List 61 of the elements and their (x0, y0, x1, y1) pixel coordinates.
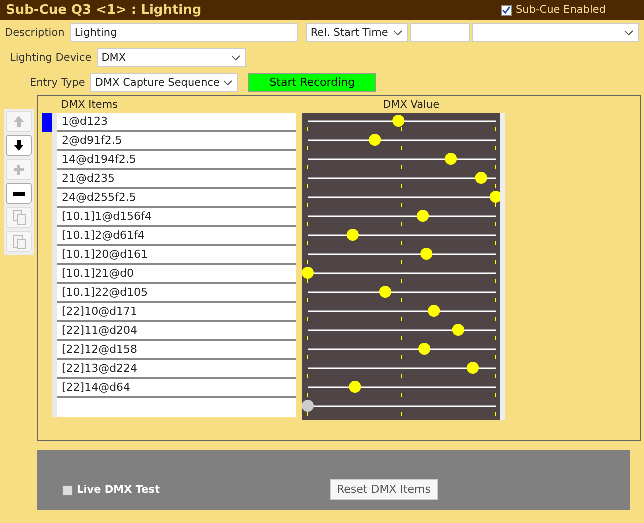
entry-type-dropdown[interactable]: DMX Capture Sequence (90, 73, 238, 92)
value-slider[interactable] (308, 172, 496, 184)
live-dmx-test-checkbox[interactable]: Live DMX Test (62, 484, 160, 496)
column-header: DMX Items (61, 98, 118, 110)
lighting-device-dropdown[interactable]: DMX (96, 48, 246, 67)
value-slider[interactable] (308, 229, 496, 241)
arrow-down-icon (14, 140, 24, 151)
value-slider[interactable] (308, 134, 496, 146)
value-slider[interactable] (308, 381, 496, 393)
time-field[interactable] (410, 23, 470, 42)
chevron-down-icon (392, 30, 403, 36)
slider-thumb[interactable] (445, 153, 458, 165)
slider-thumb[interactable] (392, 115, 405, 127)
value-slider[interactable] (308, 343, 496, 355)
toolbar-button[interactable] (6, 135, 32, 156)
value-slider[interactable] (308, 305, 496, 317)
column-header: DMX Value (383, 98, 440, 110)
slider-thumb[interactable] (349, 381, 362, 393)
value-slider[interactable] (308, 362, 496, 374)
slider-thumb[interactable] (302, 400, 314, 412)
minus-icon (13, 192, 25, 196)
start-recording-button[interactable]: Start Recording (248, 73, 376, 92)
checkbox[interactable] (62, 484, 73, 496)
slider-thumb[interactable] (475, 172, 488, 184)
checkbox-label: Live DMX Test (77, 484, 160, 496)
reset-dmx-items-button[interactable]: Reset DMX Items (330, 479, 438, 500)
value-slider[interactable] (308, 153, 496, 165)
chevron-down-icon (223, 80, 234, 86)
slider-thumb[interactable] (490, 191, 500, 203)
value-slider[interactable] (308, 191, 500, 203)
slider-thumb[interactable] (417, 210, 430, 222)
slider-thumb[interactable] (346, 229, 359, 241)
slider-thumb[interactable] (302, 267, 314, 279)
value-slider[interactable] (302, 267, 496, 279)
value-slider[interactable] (308, 115, 496, 127)
slider-thumb[interactable] (420, 248, 433, 260)
window-title: Sub-Cue Q3 <1> : Lighting (6, 2, 203, 18)
description-field[interactable]: Lighting (70, 23, 298, 42)
start-time-dropdown[interactable]: Rel. Start Time (306, 23, 408, 42)
arrow-up-icon (14, 116, 24, 127)
slider-thumb[interactable] (379, 286, 392, 298)
field-label: Entry Type (30, 76, 86, 88)
value-slider[interactable] (308, 286, 496, 298)
checkbox[interactable] (501, 4, 512, 16)
slider-thumb[interactable] (452, 324, 464, 336)
value-slider[interactable] (308, 248, 496, 260)
slider-thumb[interactable] (418, 343, 431, 355)
toolbar-button[interactable] (6, 183, 32, 204)
value-slider[interactable] (308, 324, 496, 336)
field-label: Lighting Device (10, 52, 92, 64)
plus-icon (14, 164, 24, 174)
slider-thumb[interactable] (369, 134, 382, 146)
slider-thumb[interactable] (467, 362, 480, 374)
field-label: Description (5, 26, 65, 38)
value-slider[interactable] (308, 210, 496, 222)
chevron-down-icon (624, 30, 634, 36)
copy-icon (12, 210, 26, 225)
paste-icon (12, 234, 26, 249)
slider-thumb[interactable] (428, 305, 440, 317)
chevron-down-icon (230, 54, 241, 60)
value-slider[interactable] (302, 400, 496, 412)
